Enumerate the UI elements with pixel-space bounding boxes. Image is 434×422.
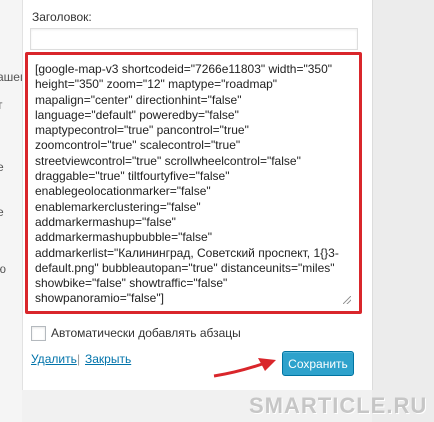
sidebar-fragment: ашег [0, 70, 22, 84]
save-button[interactable]: Сохранить [282, 351, 354, 376]
content-line: maptypecontrol="true" pancontrol="true" [35, 123, 249, 138]
content-line: showpanoramio="false"] [35, 291, 164, 306]
content-line: height="350" zoom="12" maptype="roadmap" [35, 77, 278, 92]
watermark-logo: SMARTICLE.RU [249, 393, 428, 418]
sidebar-fragment: т [0, 98, 3, 112]
close-link[interactable]: Закрыть [85, 352, 131, 366]
delete-link[interactable]: Удалить [31, 352, 77, 366]
content-line: streetviewcontrol="true" scrollwheelcont… [35, 153, 301, 168]
title-input[interactable] [30, 28, 358, 50]
resize-handle[interactable] [343, 296, 351, 304]
background-area [372, 0, 434, 422]
auto-paragraph-label: Автоматически добавлять абзацы [51, 326, 241, 340]
content-line: draggable="true" tiltfourtyfive="false" [35, 169, 230, 184]
sidebar-fragment: е [0, 160, 4, 174]
content-line: [google-map-v3 shortcodeid="7266e11803" … [35, 62, 333, 76]
sidebar-fragment: ю [0, 262, 6, 276]
content-line: language="default" poweredby="false" [35, 107, 239, 122]
content-line: zoomcontrol="true" scalecontrol="true" [35, 138, 241, 153]
link-separator: | [77, 352, 81, 366]
content-textarea[interactable]: [google-map-v3 shortcodeid="7266e11803" … [35, 62, 353, 308]
content-line: enablemarkerclustering="false" [35, 199, 201, 214]
content-line: mapalign="center" directionhint="false" [35, 92, 242, 107]
content-line: addmarkermashup="false" [35, 214, 176, 229]
content-line: showbike="false" showtraffic="false" [35, 276, 228, 291]
content-line: addmarkermashupbubble="false" [35, 230, 212, 245]
auto-paragraph-checkbox[interactable] [31, 326, 46, 341]
title-label: Заголовок: [32, 10, 92, 24]
content-line: addmarkerlist="Калининград, Советский пр… [35, 245, 339, 260]
red-arrow-icon [213, 358, 276, 378]
arrow-shaft [213, 360, 269, 378]
content-line: enablegeolocationmarker="false" [35, 184, 211, 199]
content-line: default.png" bubbleautopan="true" distan… [35, 260, 335, 275]
sidebar-edge: ашег т е е ю [0, 0, 22, 422]
sidebar-fragment: е [0, 205, 4, 219]
